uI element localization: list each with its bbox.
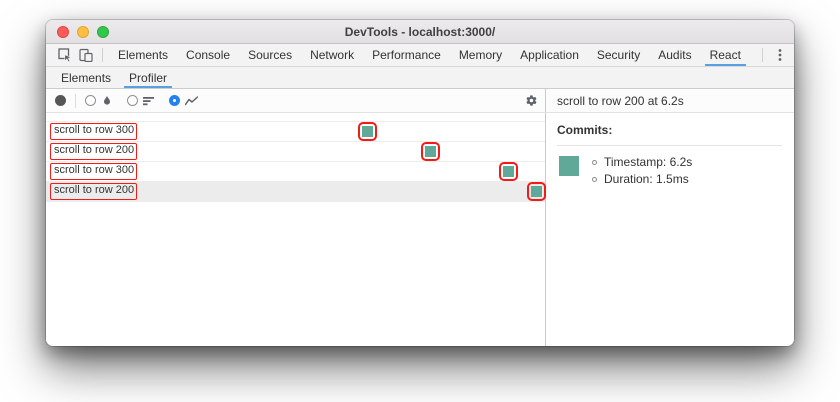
section-divider [557,145,782,146]
flamegraph-view-option[interactable] [85,95,113,107]
tab-memory[interactable]: Memory [450,44,511,66]
commit-marker[interactable] [421,142,440,161]
devtools-menu-button[interactable] [769,44,790,66]
interactions-list: scroll to row 300 scroll to row 200 scro… [46,121,546,202]
commit-marker-fill [503,166,514,177]
commits-heading: Commits: [557,123,613,137]
commit-timestamp: Timestamp: 6.2s [604,155,693,169]
commit-entry[interactable]: Timestamp: 6.2s Duration: 1.5ms [557,154,782,188]
device-toolbar-button[interactable] [75,44,96,66]
title-bar[interactable]: DevTools - localhost:3000/ [46,20,794,44]
interactions-zigzag-icon [185,95,198,105]
commit-marker[interactable] [358,122,377,141]
gear-icon [526,95,537,106]
interaction-row-selected[interactable]: scroll to row 200 [46,182,546,202]
ranked-bars-icon [143,96,154,105]
inspect-cursor-icon [57,48,72,62]
commit-timestamp-item: Timestamp: 6.2s [592,154,692,171]
bullet-icon [592,160,597,165]
interaction-label: scroll to row 300 [50,163,137,180]
interactions-view-option[interactable] [169,95,198,106]
toolbar-separator [762,48,763,62]
record-button[interactable] [55,95,66,106]
commit-color-swatch [559,156,579,176]
commit-marker-fill [531,186,542,197]
subtab-profiler[interactable]: Profiler [120,67,176,88]
close-button[interactable] [57,25,69,38]
main-tab-bar: Elements Console Sources Network Perform… [46,44,794,67]
tab-audits[interactable]: Audits [649,44,700,66]
ranked-view-option[interactable] [127,95,155,106]
bullet-icon [592,177,597,182]
selected-interaction-header: scroll to row 200 at 6.2s [545,89,794,112]
commit-marker-fill [362,126,373,137]
interactions-radio[interactable] [169,95,180,106]
commit-marker[interactable] [527,182,546,201]
inspect-element-button[interactable] [54,44,75,66]
device-toolbar-icon [78,48,93,62]
minimize-button[interactable] [77,25,89,38]
interaction-row[interactable]: scroll to row 300 [46,162,545,182]
subtab-elements[interactable]: Elements [52,67,120,88]
tab-application[interactable]: Application [511,44,588,66]
tab-security[interactable]: Security [588,44,649,66]
ranked-radio[interactable] [127,95,138,106]
toolbar-separator [75,93,76,108]
tab-react[interactable]: React [701,44,750,66]
tab-network[interactable]: Network [301,44,363,66]
interactions-panel: scroll to row 300 scroll to row 200 scro… [46,113,546,346]
react-subtab-bar: Elements Profiler [46,67,794,89]
interaction-label: scroll to row 300 [50,123,137,140]
profiler-content: scroll to row 300 scroll to row 200 scro… [46,113,794,346]
profiler-settings-button[interactable] [524,94,537,107]
toolbar-separator [102,48,103,62]
interaction-label: scroll to row 200 [50,143,137,160]
kebab-menu-icon [778,49,781,61]
traffic-lights [57,20,109,43]
profiler-toolbar [46,89,545,112]
interaction-row[interactable]: scroll to row 200 [46,142,545,162]
commit-stats-list: Timestamp: 6.2s Duration: 1.5ms [592,154,692,188]
window-title: DevTools - localhost:3000/ [344,24,496,39]
commit-duration: Duration: 1.5ms [604,172,689,186]
tab-elements[interactable]: Elements [109,44,177,66]
devtools-window: DevTools - localhost:3000/ Elements Cons… [46,20,794,346]
profiler-toolbar-row: scroll to row 200 at 6.2s [46,89,794,113]
commit-duration-item: Duration: 1.5ms [592,171,692,188]
interaction-row[interactable]: scroll to row 300 [46,122,545,142]
flame-icon [104,95,110,105]
commit-details-panel: Commits: Timestamp: 6.2s Duration: 1.5ms [545,113,794,346]
commit-marker[interactable] [499,162,518,181]
tab-console[interactable]: Console [177,44,239,66]
flamegraph-radio[interactable] [85,95,96,106]
selected-interaction-title: scroll to row 200 at 6.2s [557,93,684,108]
interaction-label: scroll to row 200 [50,183,137,200]
zoom-button[interactable] [97,25,109,38]
tab-performance[interactable]: Performance [363,44,450,66]
tab-sources[interactable]: Sources [239,44,301,66]
commit-marker-fill [425,146,436,157]
